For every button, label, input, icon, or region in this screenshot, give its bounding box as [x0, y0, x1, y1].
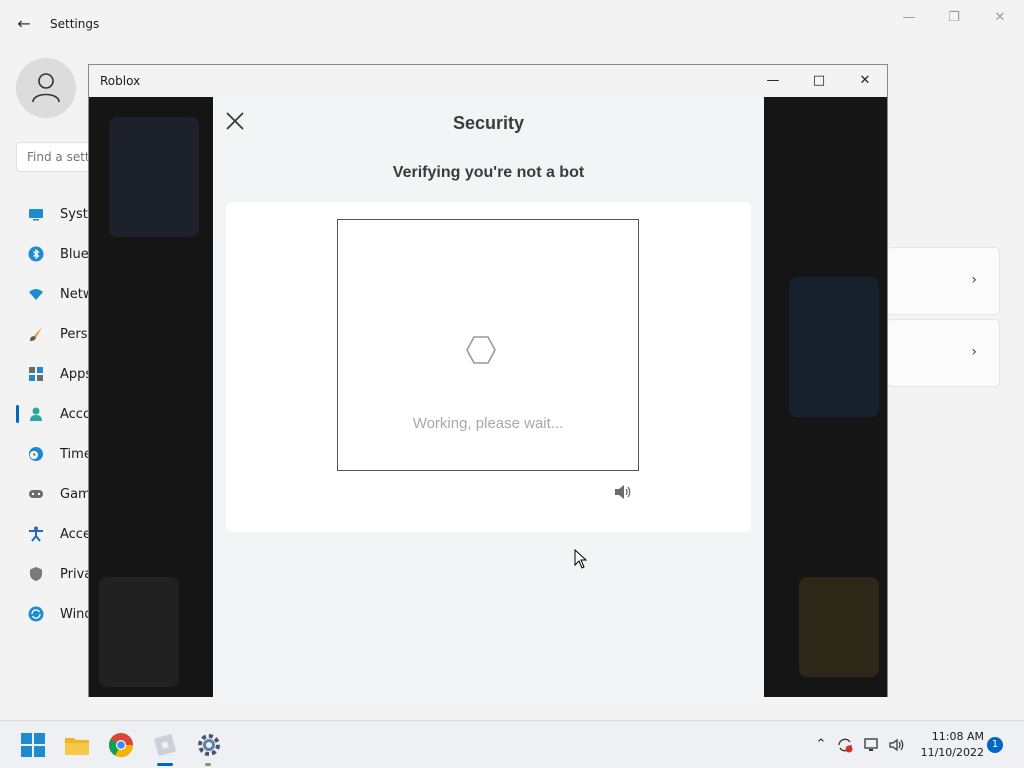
roblox-icon[interactable]	[152, 732, 178, 758]
network-icon[interactable]	[863, 736, 881, 754]
chevron-right-icon: ›	[971, 344, 977, 360]
roblox-content: Security Verifying you're not a bot Work…	[89, 97, 887, 697]
settings-gear-icon[interactable]	[196, 732, 222, 758]
sidebar-item-privacy[interactable]: Privacy & security	[16, 557, 177, 591]
settings-title: Settings	[50, 17, 100, 31]
settings-card[interactable]: ›	[886, 247, 1000, 315]
shield-icon	[30, 567, 42, 581]
person-icon	[32, 73, 60, 103]
speaker-icon[interactable]	[613, 482, 633, 502]
wifi-icon	[29, 289, 43, 300]
clock[interactable]: 11:08 AM 11/10/2022	[910, 729, 984, 761]
avatar[interactable]	[16, 58, 76, 118]
clock-time: 11:08 AM	[931, 730, 984, 743]
update-icon	[28, 606, 44, 622]
background-art	[99, 577, 179, 687]
close-icon[interactable]: ✕	[987, 8, 1013, 28]
sidebar-item-windows-update[interactable]: Windows Update	[16, 597, 169, 631]
start-icon[interactable]	[20, 732, 46, 758]
captcha-panel: Working, please wait...	[226, 202, 751, 532]
sidebar-item-accessibility[interactable]: Accessibility	[16, 517, 140, 551]
settings-card[interactable]: ›	[886, 319, 1000, 387]
close-icon[interactable]: ✕	[850, 71, 880, 91]
security-modal: Security Verifying you're not a bot Work…	[213, 97, 764, 697]
brush-icon	[30, 327, 42, 341]
loading-spinner-icon	[466, 336, 496, 364]
modal-title: Security	[452, 113, 525, 133]
sidebar-item-system[interactable]: System	[16, 197, 108, 231]
person-icon	[30, 407, 42, 421]
modal-subtitle: Verifying you're not a bot	[392, 164, 585, 181]
roblox-window-title: Roblox	[100, 74, 141, 88]
mouse-cursor-icon	[574, 549, 588, 569]
chrome-icon[interactable]	[108, 732, 134, 758]
bluetooth-icon	[28, 246, 44, 262]
running-app-indicator	[205, 763, 211, 766]
sidebar-item-network[interactable]: Network & internet	[16, 277, 184, 311]
roblox-window: Roblox — □ ✕ Security Verifying you're n…	[88, 64, 888, 697]
clock-date: 11/10/2022	[920, 746, 984, 759]
chevron-up-icon[interactable]: ⌃	[812, 736, 830, 754]
background-art	[109, 117, 199, 237]
active-app-indicator	[157, 763, 173, 766]
chevron-right-icon: ›	[971, 272, 977, 288]
notification-badge[interactable]: 1	[987, 737, 1003, 753]
sidebar-item-personalization[interactable]: Personalization	[16, 317, 159, 351]
minimize-icon[interactable]: —	[896, 8, 922, 28]
sidebar-item-time-language[interactable]: Time & language	[16, 437, 171, 471]
captcha-frame[interactable]: Working, please wait...	[337, 219, 639, 471]
background-art	[799, 577, 879, 677]
monitor-icon	[29, 209, 43, 221]
apps-icon	[29, 367, 43, 381]
clock-globe-icon	[29, 447, 43, 461]
minimize-icon[interactable]: —	[758, 71, 788, 91]
gamepad-icon	[29, 490, 43, 498]
file-explorer-icon[interactable]	[64, 732, 90, 758]
sidebar-item-bluetooth[interactable]: Bluetooth & devices	[16, 237, 191, 271]
restore-icon[interactable]: ❐	[941, 8, 967, 28]
sidebar-item-gaming[interactable]: Gaming	[16, 477, 111, 511]
sidebar-item-accounts[interactable]: Accounts	[16, 397, 119, 431]
accessibility-icon	[29, 526, 43, 542]
settings-titlebar: ← Settings — ❐ ✕	[0, 0, 1024, 48]
background-art	[789, 277, 879, 417]
sidebar-item-apps[interactable]: Apps	[16, 357, 96, 391]
maximize-icon[interactable]: □	[804, 71, 834, 91]
search-input[interactable]	[27, 150, 95, 164]
taskbar: ⌃ 11:08 AM 11/10/2022 1	[0, 720, 1024, 768]
back-arrow-icon[interactable]: ←	[14, 14, 34, 34]
sync-alert-icon[interactable]	[836, 736, 854, 754]
roblox-titlebar: Roblox — □ ✕	[89, 65, 887, 97]
status-text: Working, please wait...	[412, 415, 564, 432]
volume-icon[interactable]	[888, 736, 906, 754]
